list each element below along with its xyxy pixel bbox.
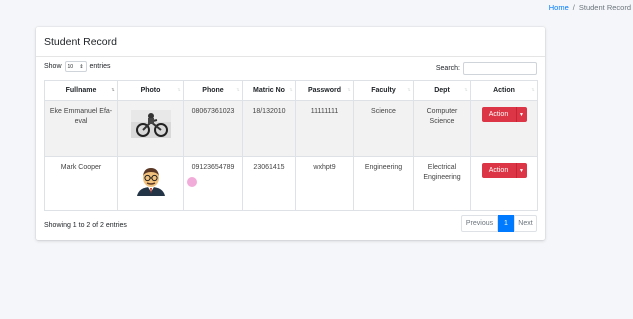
sort-icon: ↑↓ (289, 87, 293, 93)
caret-down-icon[interactable]: ▼ (515, 107, 527, 122)
search-control: Search: (436, 62, 537, 75)
cell-action: Action ▼ (470, 100, 538, 157)
pagination-next[interactable]: Next (514, 215, 537, 232)
cell-dept: Computer Science (413, 100, 471, 157)
cell-password: wxhpt9 (295, 156, 354, 211)
caret-down-icon[interactable]: ▼ (515, 163, 527, 178)
cell-photo (117, 156, 184, 211)
action-button[interactable]: Action (481, 163, 516, 178)
cell-faculty: Science (353, 100, 414, 157)
header-password[interactable]: Password ↑↓ (295, 80, 354, 101)
sort-asc-icon: ↑↓ (111, 87, 115, 93)
header-phone[interactable]: Phone ↑↓ (183, 80, 243, 101)
pagination: Previous 1 Next (461, 215, 537, 232)
action-button[interactable]: Action (481, 107, 516, 122)
header-faculty[interactable]: Faculty ↑↓ (353, 80, 414, 101)
photo-avatar-glasses (136, 168, 165, 196)
entries-length-select[interactable]: 10 ⇕ (64, 61, 87, 72)
show-label: Show (44, 63, 62, 70)
header-action[interactable]: Action ↑↓ (470, 80, 538, 101)
cell-fullname: Eke Emmanuel Efa-eval (44, 100, 118, 157)
sort-icon: ↑↓ (236, 87, 240, 93)
entries-length-control: Show 10 ⇕ entries (44, 61, 111, 72)
cell-photo (117, 100, 184, 157)
sort-icon: ↑↓ (464, 87, 468, 93)
cell-matric-no: 23061415 (242, 156, 296, 211)
sort-icon: ↑↓ (407, 87, 411, 93)
page-title: Student Record (44, 36, 117, 48)
cell-action: Action ▼ (470, 156, 538, 211)
card-header: Student Record (36, 27, 545, 57)
entries-label: entries (89, 63, 111, 70)
sort-icon: ↑↓ (177, 87, 181, 93)
header-photo[interactable]: Photo ↑↓ (117, 80, 184, 101)
table-row: Mark Cooper 09123654789 23061415 wxhpt9 … (44, 156, 538, 211)
table-header-row: Fullname ↑↓ Photo ↑↓ Phone ↑↓ Matric No ↑↓ P… (44, 80, 538, 101)
cell-phone: 08067361023 (183, 100, 243, 157)
student-table: Fullname ↑↓ Photo ↑↓ Phone ↑↓ Matric No ↑↓ P… (44, 80, 538, 211)
table-info: Showing 1 to 2 of 2 entries (44, 222, 127, 229)
select-arrows-icon: ⇕ (79, 63, 84, 70)
table-row: Eke Emmanuel Efa-eval 08067361023 18/132… (44, 100, 538, 157)
cell-dept: Electrical Engineering (413, 156, 471, 211)
search-input[interactable] (463, 62, 537, 75)
cell-faculty: Engineering (353, 156, 414, 211)
pagination-page-1[interactable]: 1 (498, 215, 514, 232)
header-dept[interactable]: Dept ↑↓ (413, 80, 471, 101)
breadcrumb-separator: / (572, 3, 575, 12)
cell-fullname: Mark Cooper (44, 156, 118, 211)
cell-matric-no: 18/132010 (242, 100, 296, 157)
photo-motorbike (130, 110, 171, 138)
search-label: Search: (435, 65, 460, 72)
header-matric-no[interactable]: Matric No ↑↓ (242, 80, 296, 101)
sort-icon: ↑↓ (347, 87, 351, 93)
breadcrumb: Home / Student Record (549, 3, 631, 12)
student-record-card: Student Record Show 10 ⇕ entries Search:… (36, 27, 545, 240)
action-button-group: Action ▼ (481, 163, 527, 178)
pagination-previous[interactable]: Previous (461, 215, 498, 232)
header-fullname[interactable]: Fullname ↑↓ (44, 80, 118, 101)
mouse-cursor-highlight (187, 177, 197, 187)
entries-length-value: 10 (67, 63, 74, 70)
breadcrumb-current: Student Record (578, 3, 631, 12)
table-controls: Show 10 ⇕ entries Search: (44, 61, 537, 75)
action-button-group: Action ▼ (481, 107, 527, 122)
breadcrumb-home-link[interactable]: Home (549, 3, 569, 12)
cell-password: 11111111 (295, 100, 354, 157)
sort-icon: ↑↓ (531, 87, 535, 93)
